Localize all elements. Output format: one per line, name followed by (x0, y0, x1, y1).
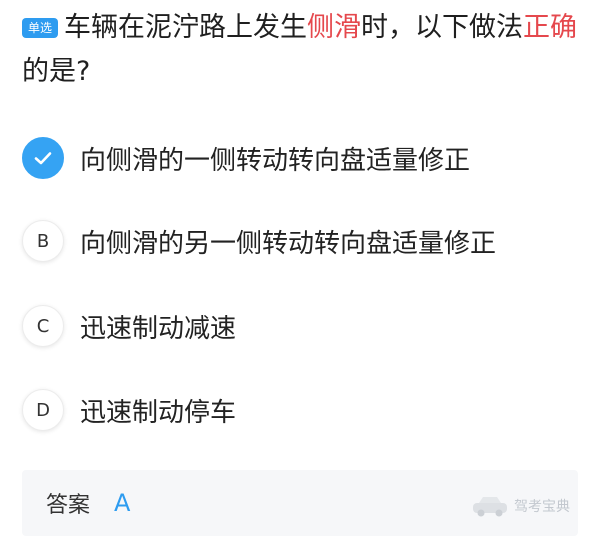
car-icon (473, 497, 507, 517)
option-d-marker[interactable]: D (22, 389, 64, 431)
option-c-text: 迅速制动减速 (80, 313, 237, 344)
option-a-marker[interactable] (22, 137, 64, 179)
question-text-part1: 车辆在泥泞路上发生 (64, 12, 308, 43)
question-text-part3: 的是? (22, 56, 91, 87)
option-d-text: 迅速制动停车 (80, 397, 237, 428)
question-text-part2: 时，以下做法 (361, 12, 524, 43)
answer-value: A (114, 489, 131, 517)
question-text: 单选 车辆在泥泞路上发生侧滑时，以下做法正确的是? (22, 6, 582, 94)
watermark: 驾考宝典 (470, 494, 570, 518)
option-d[interactable]: D 迅速制动停车 (22, 385, 592, 435)
answer-label: 答案 (46, 493, 91, 518)
option-b[interactable]: B 向侧滑的另一侧转动转向盘适量修正 (22, 216, 592, 266)
question-highlight-1: 侧滑 (307, 12, 362, 43)
option-c-marker[interactable]: C (22, 305, 64, 347)
option-a[interactable]: 向侧滑的一侧转动转向盘适量修正 (22, 133, 592, 183)
question-type-badge: 单选 (22, 18, 59, 38)
option-c[interactable]: C 迅速制动减速 (22, 301, 592, 351)
option-b-marker[interactable]: B (22, 220, 64, 262)
question-highlight-2: 正确 (523, 12, 578, 43)
watermark-text: 驾考宝典 (514, 499, 570, 515)
checkmark-icon (34, 152, 52, 165)
option-b-text: 向侧滑的另一侧转动转向盘适量修正 (80, 228, 497, 259)
option-a-text: 向侧滑的一侧转动转向盘适量修正 (80, 145, 471, 176)
